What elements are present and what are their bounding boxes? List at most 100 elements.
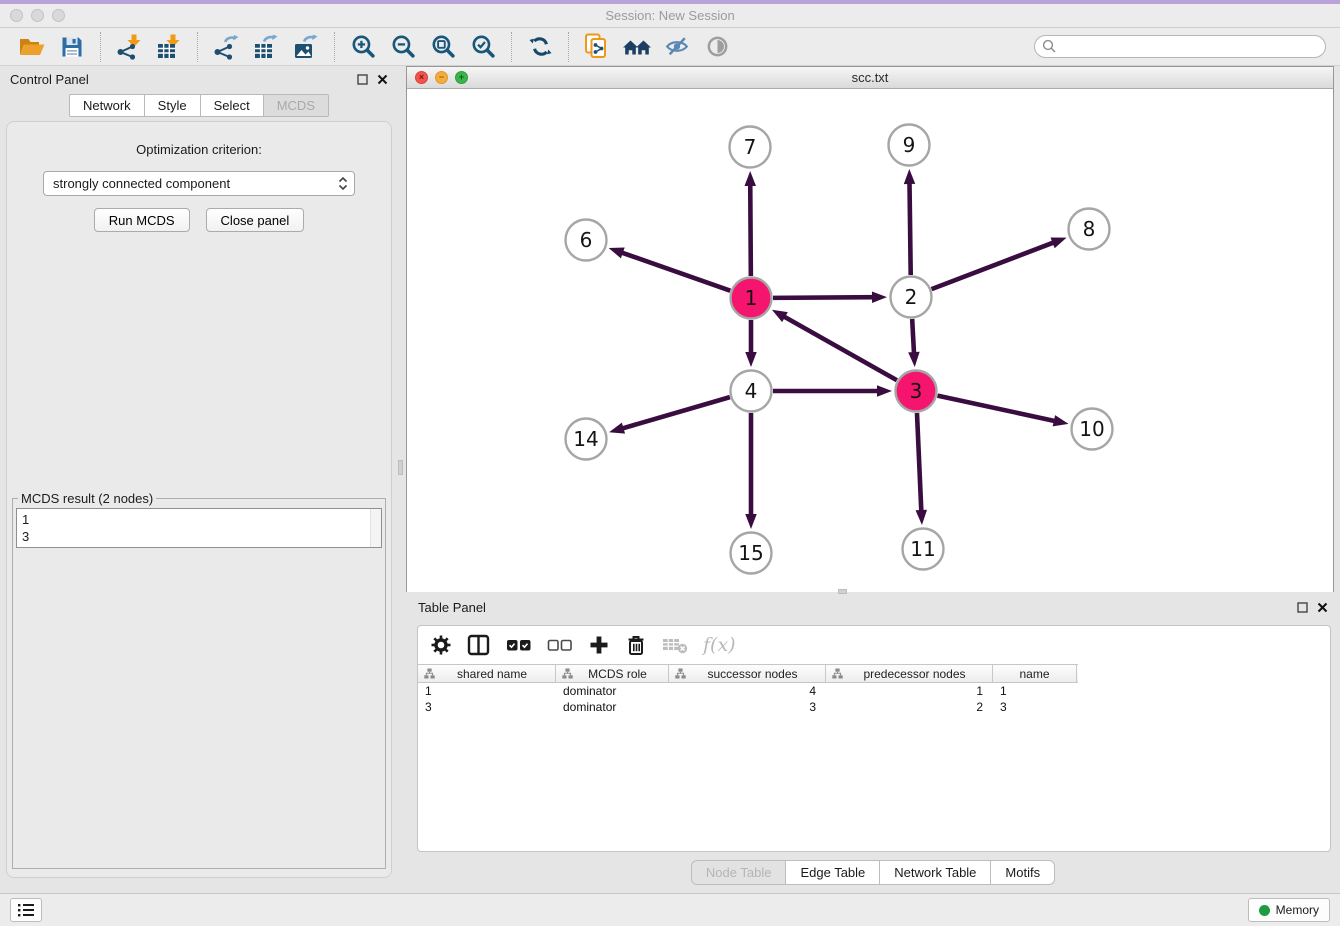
graph-node-14[interactable]: 14 [566,419,607,460]
graph-node-2[interactable]: 2 [891,277,932,318]
export-image-button[interactable] [286,31,326,63]
optimization-criterion-label: Optimization criterion: [136,142,262,157]
eye-slash-icon [665,34,690,59]
import-network-button[interactable] [109,31,149,63]
vertical-splitter-handle[interactable] [398,460,403,475]
graph-node-4[interactable]: 4 [731,371,772,412]
save-session-button[interactable] [52,31,92,63]
refresh-button[interactable] [520,31,560,63]
table-cell[interactable]: 1 [826,684,993,698]
column-header-mcds-role[interactable]: MCDS role [556,665,669,682]
graph-node-15[interactable]: 15 [731,533,772,574]
table-cell[interactable]: 3 [993,700,1077,714]
tab-motifs[interactable]: Motifs [991,860,1055,885]
hide-graphics-button[interactable] [657,31,697,63]
control-panel: Control Panel NetworkStyleSelectMCDS Opt… [0,66,398,890]
graph-node-11[interactable]: 11 [903,529,944,570]
table-cell[interactable]: 3 [418,700,556,714]
column-header-name[interactable]: name [993,665,1077,682]
new-network-from-file-button[interactable] [577,31,617,63]
table-cell[interactable]: 4 [669,684,826,698]
zoom-in-button[interactable] [343,31,383,63]
graph-edge-3-11[interactable] [917,413,921,512]
create-column-plus-icon[interactable] [588,634,610,656]
graph-edge-2-9[interactable] [909,182,910,275]
export-network-button[interactable] [206,31,246,63]
graph-edge-arrow-2-9 [904,169,915,184]
graph-node-6[interactable]: 6 [566,220,607,261]
float-panel-icon[interactable] [1297,602,1308,613]
graph-node-9[interactable]: 9 [889,125,930,166]
table-cell[interactable]: dominator [556,700,669,714]
graph-node-10[interactable]: 10 [1072,409,1113,450]
graph-edge-3-10[interactable] [938,396,1056,422]
tab-network[interactable]: Network [69,94,145,117]
mcds-result-textarea[interactable]: 1 3 [16,508,382,548]
column-header-shared-name[interactable]: shared name [418,665,556,682]
tab-mcds[interactable]: MCDS [264,94,329,117]
node-label: 10 [1079,417,1104,441]
tab-select[interactable]: Select [201,94,264,117]
table-settings-gear-icon[interactable] [430,634,452,656]
toolbar-separator [197,32,198,62]
show-column-panel-icon[interactable] [467,634,491,656]
show-graphics-button[interactable] [697,31,737,63]
import-table-button[interactable] [149,31,189,63]
float-panel-icon[interactable] [357,74,368,85]
run-mcds-button[interactable]: Run MCDS [94,208,190,232]
graph-edge-1-6[interactable] [621,252,730,290]
open-session-button[interactable] [12,31,52,63]
column-header-predecessor-nodes[interactable]: predecessor nodes [826,665,993,682]
close-panel-icon[interactable] [1317,602,1328,613]
export-table-button[interactable] [246,31,286,63]
graph-edge-1-2[interactable] [773,297,874,298]
graph-node-7[interactable]: 7 [730,127,771,168]
graph-edge-3-1[interactable] [783,316,897,380]
show-task-history-button[interactable] [10,898,42,922]
close-panel-icon[interactable] [377,74,388,85]
home-layout-button[interactable] [617,31,657,63]
deselect-all-columns-icon[interactable] [547,637,573,653]
tab-node-table[interactable]: Node Table [691,860,787,885]
zoom-out-button[interactable] [383,31,423,63]
graph-edge-2-8[interactable] [932,242,1055,289]
table-toolbar: f(x) [418,626,1330,664]
table-cell[interactable]: 1 [418,684,556,698]
column-header-successor-nodes[interactable]: successor nodes [669,665,826,682]
search-input[interactable] [1062,37,1325,56]
refresh-icon [528,34,553,59]
column-sort-icon [832,668,843,679]
table-row[interactable]: 3dominator323 [418,699,1330,715]
graph-node-3[interactable]: 3 [896,371,937,412]
select-all-columns-icon[interactable] [506,637,532,653]
application-window: Session: New Session [0,0,1340,926]
toolbar-search[interactable] [1034,35,1326,58]
tab-style[interactable]: Style [145,94,201,117]
table-row[interactable]: 1dominator411 [418,683,1330,699]
network-canvas[interactable]: 7 9 6 8 1 2 4 3 14 10 15 11 [407,89,1333,592]
main-toolbar [0,28,1340,66]
network-window-titlebar[interactable]: × − + scc.txt [407,67,1333,89]
zoom-selected-button[interactable] [463,31,503,63]
table-cell[interactable]: 3 [669,700,826,714]
mcds-result-scrollbar[interactable] [370,509,381,547]
close-panel-button[interactable]: Close panel [206,208,305,232]
tab-network-table[interactable]: Network Table [880,860,991,885]
graph-edge-2-3[interactable] [912,319,914,354]
export-image-icon [293,34,319,60]
table-cell[interactable]: dominator [556,684,669,698]
table-cell[interactable]: 1 [993,684,1077,698]
stepper-chevrons-icon [338,176,348,191]
tab-edge-table[interactable]: Edge Table [786,860,880,885]
criterion-dropdown[interactable]: strongly connected component [43,171,355,196]
export-table-icon [253,34,279,60]
node-label: 8 [1083,217,1096,241]
zoom-fit-button[interactable] [423,31,463,63]
memory-button[interactable]: Memory [1248,898,1330,922]
graph-edge-1-7[interactable] [750,184,751,276]
table-cell[interactable]: 2 [826,700,993,714]
graph-node-1[interactable]: 1 [731,278,772,319]
delete-column-trash-icon[interactable] [625,634,647,656]
graph-edge-4-14[interactable] [622,397,730,429]
graph-node-8[interactable]: 8 [1069,209,1110,250]
